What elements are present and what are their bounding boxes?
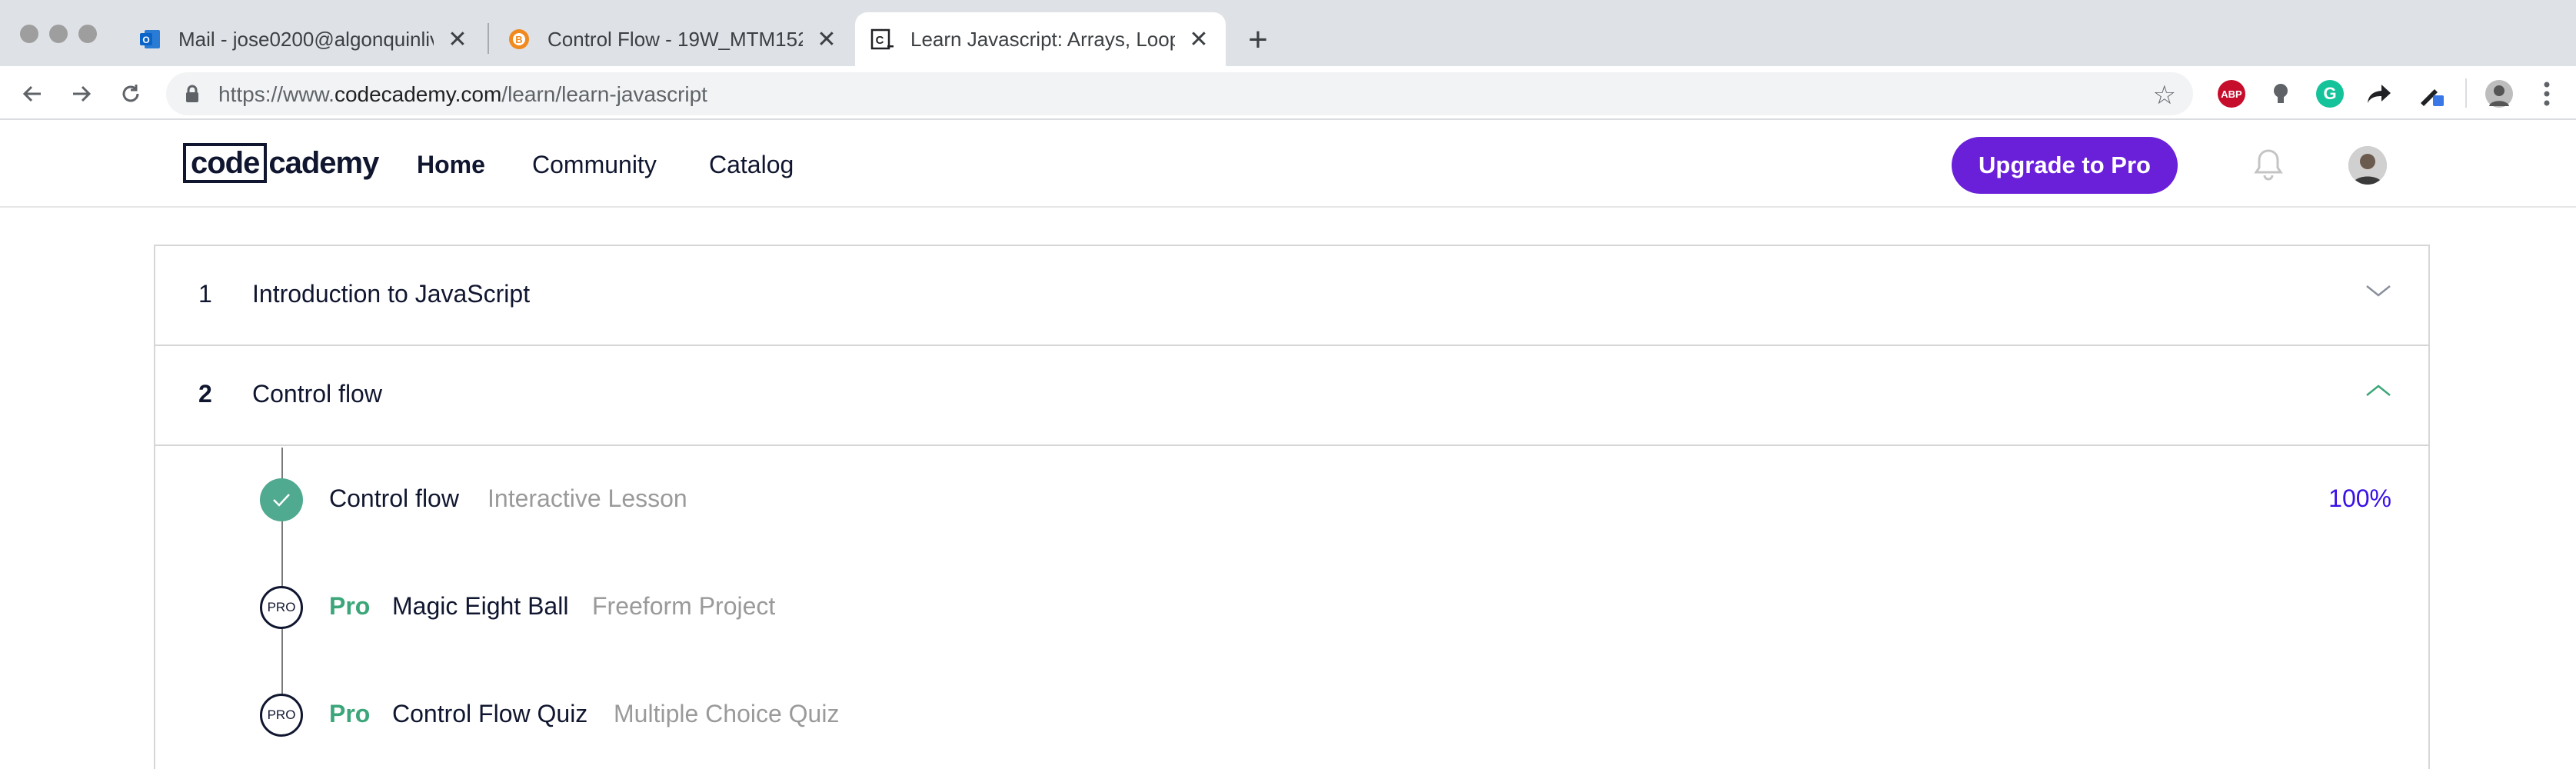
browser-toolbar: https://www.codecademy.com/learn/learn-j… xyxy=(0,66,2576,120)
tab-control-flow[interactable]: B Control Flow - 19W_MTM1526_ ✕ xyxy=(492,12,854,66)
adblock-plus-icon[interactable]: ABP xyxy=(2218,80,2245,108)
window-close-button[interactable] xyxy=(20,25,38,43)
user-avatar[interactable] xyxy=(2348,146,2387,185)
lesson-progress: 100% xyxy=(2328,484,2391,512)
arrow-left-icon xyxy=(22,85,41,102)
pro-tag: Pro xyxy=(329,592,371,620)
outlook-icon: O xyxy=(138,28,161,51)
svg-text:B: B xyxy=(515,34,522,45)
lesson-title: Magic Eight Ball xyxy=(392,592,569,620)
lesson-type: Freeform Project xyxy=(592,592,776,620)
notifications-bell-icon[interactable] xyxy=(2253,148,2284,185)
svg-text:C: C xyxy=(876,34,884,47)
tab-title: Control Flow - 19W_MTM1526_ xyxy=(547,27,803,51)
module-title: Introduction to JavaScript xyxy=(252,280,531,308)
address-bar[interactable]: https://www.codecademy.com/learn/learn-j… xyxy=(166,72,2193,115)
lesson-item[interactable]: Control flow Interactive Lesson 100% xyxy=(155,461,2428,538)
logo-rest-text: cademy xyxy=(268,145,379,180)
reload-button[interactable] xyxy=(114,77,148,111)
share-arrow-icon[interactable] xyxy=(2365,80,2393,108)
nav-community[interactable]: Community xyxy=(532,151,657,179)
back-button[interactable] xyxy=(15,77,49,111)
codecademy-icon: C xyxy=(870,28,894,51)
module-row[interactable]: 1 Introduction to JavaScript xyxy=(155,246,2428,346)
lesson-type: Interactive Lesson xyxy=(488,484,687,512)
lesson-title: Control Flow Quiz xyxy=(392,700,588,727)
forward-button[interactable] xyxy=(65,77,98,111)
new-tab-button[interactable]: + xyxy=(1241,18,1275,62)
pro-badge-icon: PRO xyxy=(260,694,303,737)
brightspace-icon: B xyxy=(508,28,531,51)
site-header: code cademy Home Community Catalog Upgrad… xyxy=(0,120,2576,208)
browser-profile-avatar[interactable] xyxy=(2485,80,2513,108)
lightbulb-extension-icon[interactable] xyxy=(2267,80,2295,108)
bookmark-star-icon[interactable]: ☆ xyxy=(2153,80,2176,111)
module-number: 2 xyxy=(198,380,212,408)
lock-icon[interactable] xyxy=(185,85,200,107)
codecademy-logo[interactable]: code cademy xyxy=(183,141,379,185)
grammarly-icon[interactable]: G xyxy=(2316,80,2344,108)
lesson-title: Control flow xyxy=(329,484,459,512)
reload-icon xyxy=(122,85,139,102)
window-zoom-button[interactable] xyxy=(78,25,97,43)
pro-badge-icon: PRO xyxy=(260,586,303,629)
tab-close-icon[interactable]: ✕ xyxy=(446,26,469,53)
browser-tab-strip: O Mail - jose0200@algonquinlive. ✕ B Con… xyxy=(0,0,2576,66)
tab-title: Learn Javascript: Arrays, Loops xyxy=(910,27,1175,51)
kebab-menu-icon xyxy=(2544,82,2550,106)
window-minimize-button[interactable] xyxy=(49,25,68,43)
module-row[interactable]: 2 Control flow xyxy=(155,346,2428,446)
arrow-right-icon xyxy=(73,85,92,102)
lesson-item[interactable]: PRO Pro Control Flow Quiz Multiple Choic… xyxy=(155,677,2428,754)
course-syllabus: 1 Introduction to JavaScript 2 Control f… xyxy=(154,245,2430,769)
pro-tag: Pro xyxy=(329,700,371,727)
url-text: https://www.codecademy.com/learn/learn-j… xyxy=(218,82,707,106)
eyedropper-icon[interactable] xyxy=(2418,80,2445,108)
checkmark-icon xyxy=(260,478,303,521)
module-title: Control flow xyxy=(252,380,382,408)
upgrade-to-pro-button[interactable]: Upgrade to Pro xyxy=(1952,137,2178,194)
svg-text:O: O xyxy=(142,35,149,45)
nav-home[interactable]: Home xyxy=(417,151,485,179)
tab-title: Mail - jose0200@algonquinlive. xyxy=(178,27,434,51)
tab-separator xyxy=(488,23,489,54)
toolbar-divider xyxy=(2465,78,2467,108)
chevron-down-icon[interactable] xyxy=(2365,283,2391,302)
tab-close-icon[interactable]: ✕ xyxy=(1187,26,1210,53)
module-number: 1 xyxy=(198,280,212,308)
browser-menu-button[interactable] xyxy=(2530,77,2564,111)
tab-mail[interactable]: O Mail - jose0200@algonquinlive. ✕ xyxy=(123,12,484,66)
lesson-item[interactable]: PRO Pro Magic Eight Ball Freeform Projec… xyxy=(155,569,2428,646)
tab-learn-javascript[interactable]: C Learn Javascript: Arrays, Loops ✕ xyxy=(855,12,1226,66)
tab-close-icon[interactable]: ✕ xyxy=(815,26,838,53)
chevron-up-icon[interactable] xyxy=(2365,383,2391,402)
logo-boxed-text: code xyxy=(183,143,268,183)
lesson-type: Multiple Choice Quiz xyxy=(614,700,840,727)
nav-catalog[interactable]: Catalog xyxy=(709,151,794,179)
